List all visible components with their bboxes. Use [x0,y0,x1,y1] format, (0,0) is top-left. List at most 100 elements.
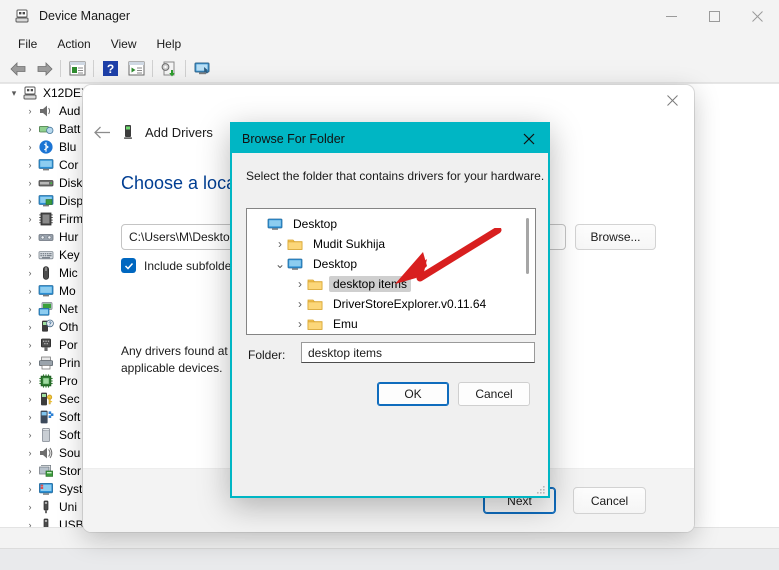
back-arrow-icon[interactable] [83,126,121,139]
tree-item-label: Uni [59,500,78,514]
usb-icon [38,499,54,515]
forward-arrow-icon[interactable] [31,57,57,81]
tree-item-label: Hur [59,230,79,244]
update-driver-icon[interactable] [156,57,182,81]
folder-icon [307,296,323,312]
folder-tree-item-label: DriverStoreExplorer.v0.11.64 [333,297,487,311]
wizard-close-button[interactable] [650,85,694,115]
tree-item-label: Por [59,338,78,352]
software-device-icon [38,427,54,443]
chevron-right-icon[interactable]: › [22,178,38,188]
folder-name-input[interactable]: desktop items [301,342,535,363]
dialog-close-button[interactable] [510,124,548,153]
properties-icon[interactable] [64,57,90,81]
chevron-right-icon[interactable]: › [22,304,38,314]
wizard-title: Add Drivers [145,124,213,140]
tree-item-label: Disp [59,194,84,208]
folder-tree-item-label: desktop items [329,276,412,292]
software-component-icon [38,409,54,425]
chevron-right-icon[interactable]: › [293,317,307,331]
folder-tree-item[interactable]: › Mudit Sukhija [247,234,535,254]
chevron-right-icon[interactable]: › [22,268,38,278]
chevron-right-icon[interactable]: › [22,358,38,368]
tree-item-label: Pro [59,374,78,388]
minimize-button[interactable] [650,0,693,32]
show-devices-icon[interactable] [189,57,215,81]
chevron-right-icon[interactable]: › [22,502,38,512]
chevron-right-icon[interactable]: › [22,340,38,350]
computer-monitor-icon [38,157,54,173]
add-drivers-icon [121,124,135,140]
browse-button[interactable]: Browse... [575,224,656,250]
folder-tree-item[interactable]: › Emu [247,314,535,334]
folder-tree-item-label: Emu [333,317,358,331]
tree-item-label: Net [59,302,78,316]
keyboard-icon [38,247,54,263]
processor-icon [38,373,54,389]
chevron-right-icon[interactable]: › [22,160,38,170]
display-adapter-icon [38,193,54,209]
ok-button[interactable]: OK [377,382,449,406]
chevron-right-icon[interactable]: › [293,297,307,311]
desktop-icon [267,216,283,232]
audio-icon [38,103,54,119]
chevron-right-icon[interactable]: › [22,376,38,386]
mouse-icon [38,265,54,281]
tree-item-label: Aud [59,104,81,118]
include-subfolders-label: Include subfolder [144,258,236,273]
chevron-right-icon[interactable]: › [22,448,38,458]
chevron-right-icon[interactable]: › [22,322,38,332]
sound-controller-icon [38,445,54,461]
other-device-icon: ? [38,319,54,335]
chevron-right-icon[interactable]: › [22,196,38,206]
dialog-cancel-button[interactable]: Cancel [458,382,530,406]
menu-action[interactable]: Action [47,34,100,54]
chevron-right-icon[interactable]: › [22,466,38,476]
menu-view[interactable]: View [101,34,147,54]
chevron-right-icon[interactable]: › [22,412,38,422]
toolbar-separator [60,60,61,77]
chevron-right-icon[interactable]: › [22,394,38,404]
chevron-right-icon[interactable]: › [22,286,38,296]
scrollbar-thumb[interactable] [526,218,529,274]
chevron-down-icon[interactable]: ⌄ [273,257,287,271]
folder-tree[interactable]: Desktop › Mudit Sukhija ⌄ Desktop › desktop it… [246,208,536,335]
disk-drive-icon [38,175,54,191]
resize-grip-icon[interactable] [535,483,545,494]
chevron-right-icon[interactable]: › [293,277,307,291]
menu-help[interactable]: Help [147,34,192,54]
chevron-right-icon[interactable]: › [273,237,287,251]
chevron-right-icon[interactable]: › [22,484,38,494]
chevron-right-icon[interactable]: › [22,232,38,242]
tree-item-label: Stor [59,464,82,478]
folder-tree-scrollbar[interactable] [521,210,534,333]
monitor-icon [38,283,54,299]
back-arrow-icon[interactable] [5,57,31,81]
folder-tree-item[interactable]: Update blocker [247,334,535,335]
tree-item-label: Blu [59,140,77,154]
scan-icon[interactable] [123,57,149,81]
desktop-icon [287,256,303,272]
close-button[interactable] [736,0,779,32]
chevron-right-icon[interactable]: › [22,142,38,152]
chevron-right-icon[interactable]: › [22,106,38,116]
folder-tree-item[interactable]: Desktop [247,214,535,234]
chevron-right-icon[interactable]: › [22,214,38,224]
menu-file[interactable]: File [8,34,47,54]
folder-tree-item[interactable]: › DriverStoreExplorer.v0.11.64 [247,294,535,314]
chevron-right-icon[interactable]: › [22,250,38,260]
include-subfolders-checkbox[interactable]: Include subfolder [121,258,235,273]
folder-tree-item[interactable]: › desktop items [247,274,535,294]
tree-item-label: Batt [59,122,81,136]
folder-tree-item[interactable]: ⌄ Desktop [247,254,535,274]
maximize-button[interactable] [693,0,736,32]
menu-bar: File Action View Help [0,32,779,55]
chevron-right-icon[interactable]: › [22,124,38,134]
toolbar: ? [0,55,779,83]
checkbox-checked-icon [121,258,136,273]
help-icon[interactable]: ? [97,57,123,81]
wizard-cancel-button[interactable]: Cancel [573,487,646,514]
chevron-down-icon[interactable]: ▾ [6,88,22,99]
title-bar: Device Manager [0,0,779,32]
chevron-right-icon[interactable]: › [22,430,38,440]
